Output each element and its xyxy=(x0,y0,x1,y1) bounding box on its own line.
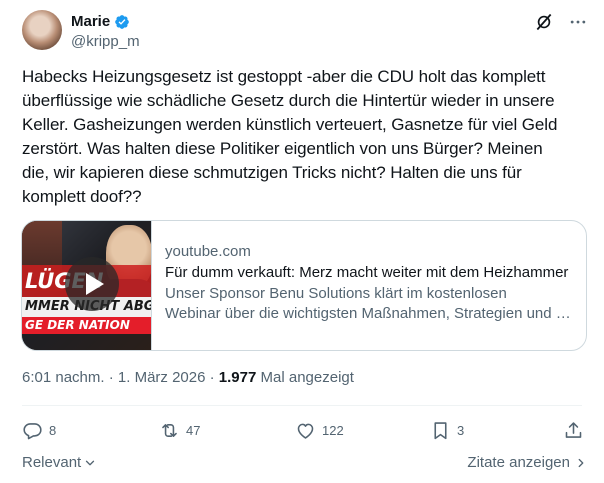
divider xyxy=(22,405,582,406)
repost-count: 47 xyxy=(186,423,201,438)
bookmark-button[interactable]: 3 xyxy=(430,420,464,441)
link-card-domain: youtube.com xyxy=(165,243,251,260)
grok-button[interactable] xyxy=(532,10,556,34)
link-preview-card[interactable]: LÜGEN MMER NICHT ABGESC GE DER NATION yo… xyxy=(21,220,587,351)
view-quotes-label: Zitate anzeigen xyxy=(467,454,570,471)
share-icon xyxy=(565,422,582,438)
chevron-down-icon xyxy=(86,460,95,465)
view-quotes-button[interactable]: Zitate anzeigen xyxy=(467,454,588,471)
tweet-text: Habecks Heizungsgesetz ist gestoppt -abe… xyxy=(22,67,558,206)
relevant-label: Relevant xyxy=(22,454,82,471)
link-card-title: Für dumm verkauft: Merz macht weiter mit… xyxy=(165,264,569,281)
like-button[interactable]: 122 xyxy=(295,420,344,441)
post-date[interactable]: 1. März 2026 xyxy=(118,369,206,386)
link-card-description: Unser Sponsor Benu Solutions klärt im ko… xyxy=(165,284,577,324)
play-icon xyxy=(85,273,104,295)
repost-icon xyxy=(162,424,177,437)
reply-icon xyxy=(23,423,42,440)
author-handle[interactable]: @kripp_m xyxy=(71,32,140,52)
views-count: 1.977 xyxy=(218,369,257,386)
post-meta: 6:01 nachm. · 1. März 2026 · 1.977 Mal a… xyxy=(22,368,354,388)
post-time[interactable]: 6:01 nachm. xyxy=(22,369,105,386)
author-display-name-row[interactable]: Marie xyxy=(71,12,140,31)
avatar[interactable] xyxy=(22,10,62,50)
like-count: 122 xyxy=(322,423,344,438)
verified-badge-icon xyxy=(115,14,130,29)
post-top-actions xyxy=(532,10,590,34)
like-icon xyxy=(297,423,314,439)
more-button[interactable] xyxy=(566,10,590,34)
views-label: Mal angezeigt xyxy=(260,369,354,386)
link-card-description-line-1: Unser Sponsor Benu Solutions klärt im ko… xyxy=(165,285,507,302)
share-button[interactable] xyxy=(563,420,584,441)
author-names: Marie @kripp_m xyxy=(71,12,140,52)
relevant-sort-button[interactable]: Relevant xyxy=(22,454,97,471)
thumbnail-text-3: GE DER NATION xyxy=(25,318,130,332)
meta-separator: · xyxy=(108,369,114,386)
bookmark-icon xyxy=(434,422,447,440)
action-bar: 8 47 122 3 xyxy=(22,420,588,442)
reply-count: 8 xyxy=(49,423,57,438)
more-icon xyxy=(570,20,586,24)
author-display-name[interactable]: Marie xyxy=(71,12,110,31)
repost-button[interactable]: 47 xyxy=(159,420,200,441)
grok-icon xyxy=(536,13,552,31)
bookmark-count: 3 xyxy=(457,423,465,438)
post-footer: Relevant Zitate anzeigen xyxy=(22,454,588,474)
link-card-description-line-2: Webinar über die wichtigsten Maßnahmen, … xyxy=(165,305,577,322)
reply-button[interactable]: 8 xyxy=(22,420,56,441)
post-header: Marie @kripp_m xyxy=(22,10,590,54)
meta-separator: · xyxy=(209,369,215,386)
link-card-text: youtube.com Für dumm verkauft: Merz mach… xyxy=(165,242,577,324)
play-button[interactable] xyxy=(65,257,119,311)
chevron-right-icon xyxy=(578,458,584,467)
video-thumbnail[interactable]: LÜGEN MMER NICHT ABGESC GE DER NATION xyxy=(22,221,152,350)
post: Marie @kripp_m Habecks Heizungsgesetz is… xyxy=(0,0,604,483)
